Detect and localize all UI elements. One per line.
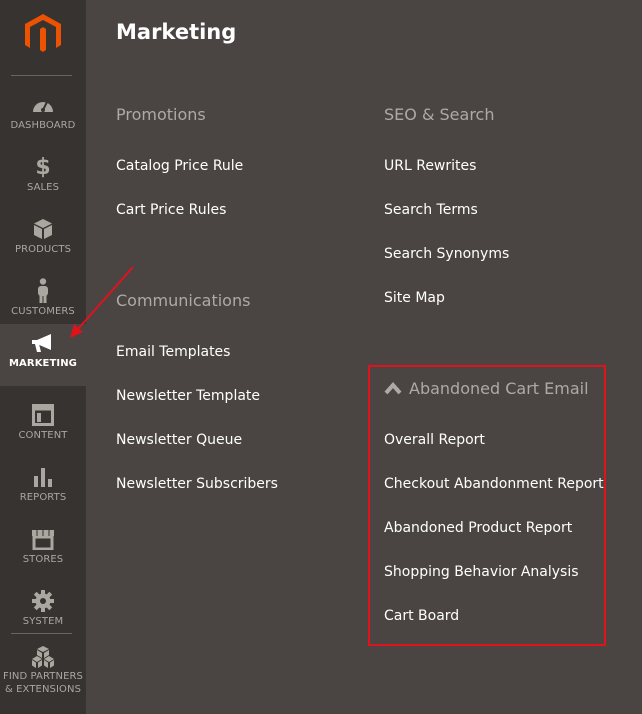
chevron-up-icon [384, 381, 402, 395]
section-communications-title: Communications [116, 291, 251, 310]
nav-dashboard-label: DASHBOARD [10, 120, 76, 131]
person-icon [38, 278, 48, 303]
nav-dashboard[interactable]: DASHBOARD [0, 86, 86, 148]
layout-icon [32, 404, 54, 426]
nav-customers-label: CUSTOMERS [11, 306, 75, 317]
menu-shopping-behavior-analysis[interactable]: Shopping Behavior Analysis [384, 564, 579, 580]
nav-find-partners[interactable]: FIND PARTNERS & EXTENSIONS [0, 640, 86, 714]
megaphone-icon [32, 334, 51, 352]
nav-find-partners-label-2: & EXTENSIONS [4, 684, 82, 695]
section-promotions-title: Promotions [116, 105, 206, 124]
sidebar-divider [11, 633, 72, 634]
nav-content[interactable]: CONTENT [0, 396, 86, 458]
dollar-icon: $ [35, 154, 51, 180]
menu-checkout-abandonment-report[interactable]: Checkout Abandonment Report [384, 476, 604, 492]
menu-cart-board[interactable]: Cart Board [384, 608, 459, 624]
sidebar-divider [11, 75, 72, 76]
nav-stores-label: STORES [22, 554, 64, 565]
menu-newsletter-queue[interactable]: Newsletter Queue [116, 432, 242, 448]
menu-site-map[interactable]: Site Map [384, 290, 445, 306]
gear-icon [32, 590, 54, 612]
nav-sales[interactable]: $ SALES [0, 148, 86, 210]
menu-search-synonyms[interactable]: Search Synonyms [384, 246, 509, 262]
nav-reports[interactable]: REPORTS [0, 458, 86, 520]
nav-system-label: SYSTEM [22, 616, 64, 627]
menu-cart-price-rules[interactable]: Cart Price Rules [116, 202, 226, 218]
cubes-icon [32, 646, 54, 668]
admin-sidebar: DASHBOARD $ SALES PRODUCTS CUSTOMERS MAR… [0, 0, 86, 714]
menu-abandoned-product-report[interactable]: Abandoned Product Report [384, 520, 572, 536]
menu-newsletter-template[interactable]: Newsletter Template [116, 388, 260, 404]
menu-search-terms[interactable]: Search Terms [384, 202, 478, 218]
highlight-box [368, 365, 606, 646]
box-icon [34, 219, 52, 239]
nav-find-partners-label-1: FIND PARTNERS [2, 671, 84, 682]
dashboard-icon [33, 101, 53, 112]
magento-logo-icon[interactable] [24, 13, 62, 53]
page-title: Marketing [116, 20, 237, 44]
menu-newsletter-subscribers[interactable]: Newsletter Subscribers [116, 476, 278, 492]
nav-products[interactable]: PRODUCTS [0, 210, 86, 272]
nav-products-label: PRODUCTS [14, 244, 72, 255]
section-abandoned-cart-title: Abandoned Cart Email [409, 379, 589, 398]
nav-sales-label: SALES [26, 182, 60, 193]
nav-system[interactable]: SYSTEM [0, 582, 86, 644]
bar-chart-icon [34, 468, 52, 487]
menu-catalog-price-rule[interactable]: Catalog Price Rule [116, 158, 243, 174]
menu-email-templates[interactable]: Email Templates [116, 344, 230, 360]
nav-stores[interactable]: STORES [0, 520, 86, 582]
menu-url-rewrites[interactable]: URL Rewrites [384, 158, 476, 174]
nav-content-label: CONTENT [18, 430, 68, 441]
nav-marketing[interactable]: MARKETING [0, 324, 86, 386]
nav-marketing-label: MARKETING [9, 358, 77, 369]
section-seo-search-title: SEO & Search [384, 105, 495, 124]
storefront-icon [32, 530, 54, 550]
menu-overall-report[interactable]: Overall Report [384, 432, 485, 448]
nav-reports-label: REPORTS [19, 492, 67, 503]
